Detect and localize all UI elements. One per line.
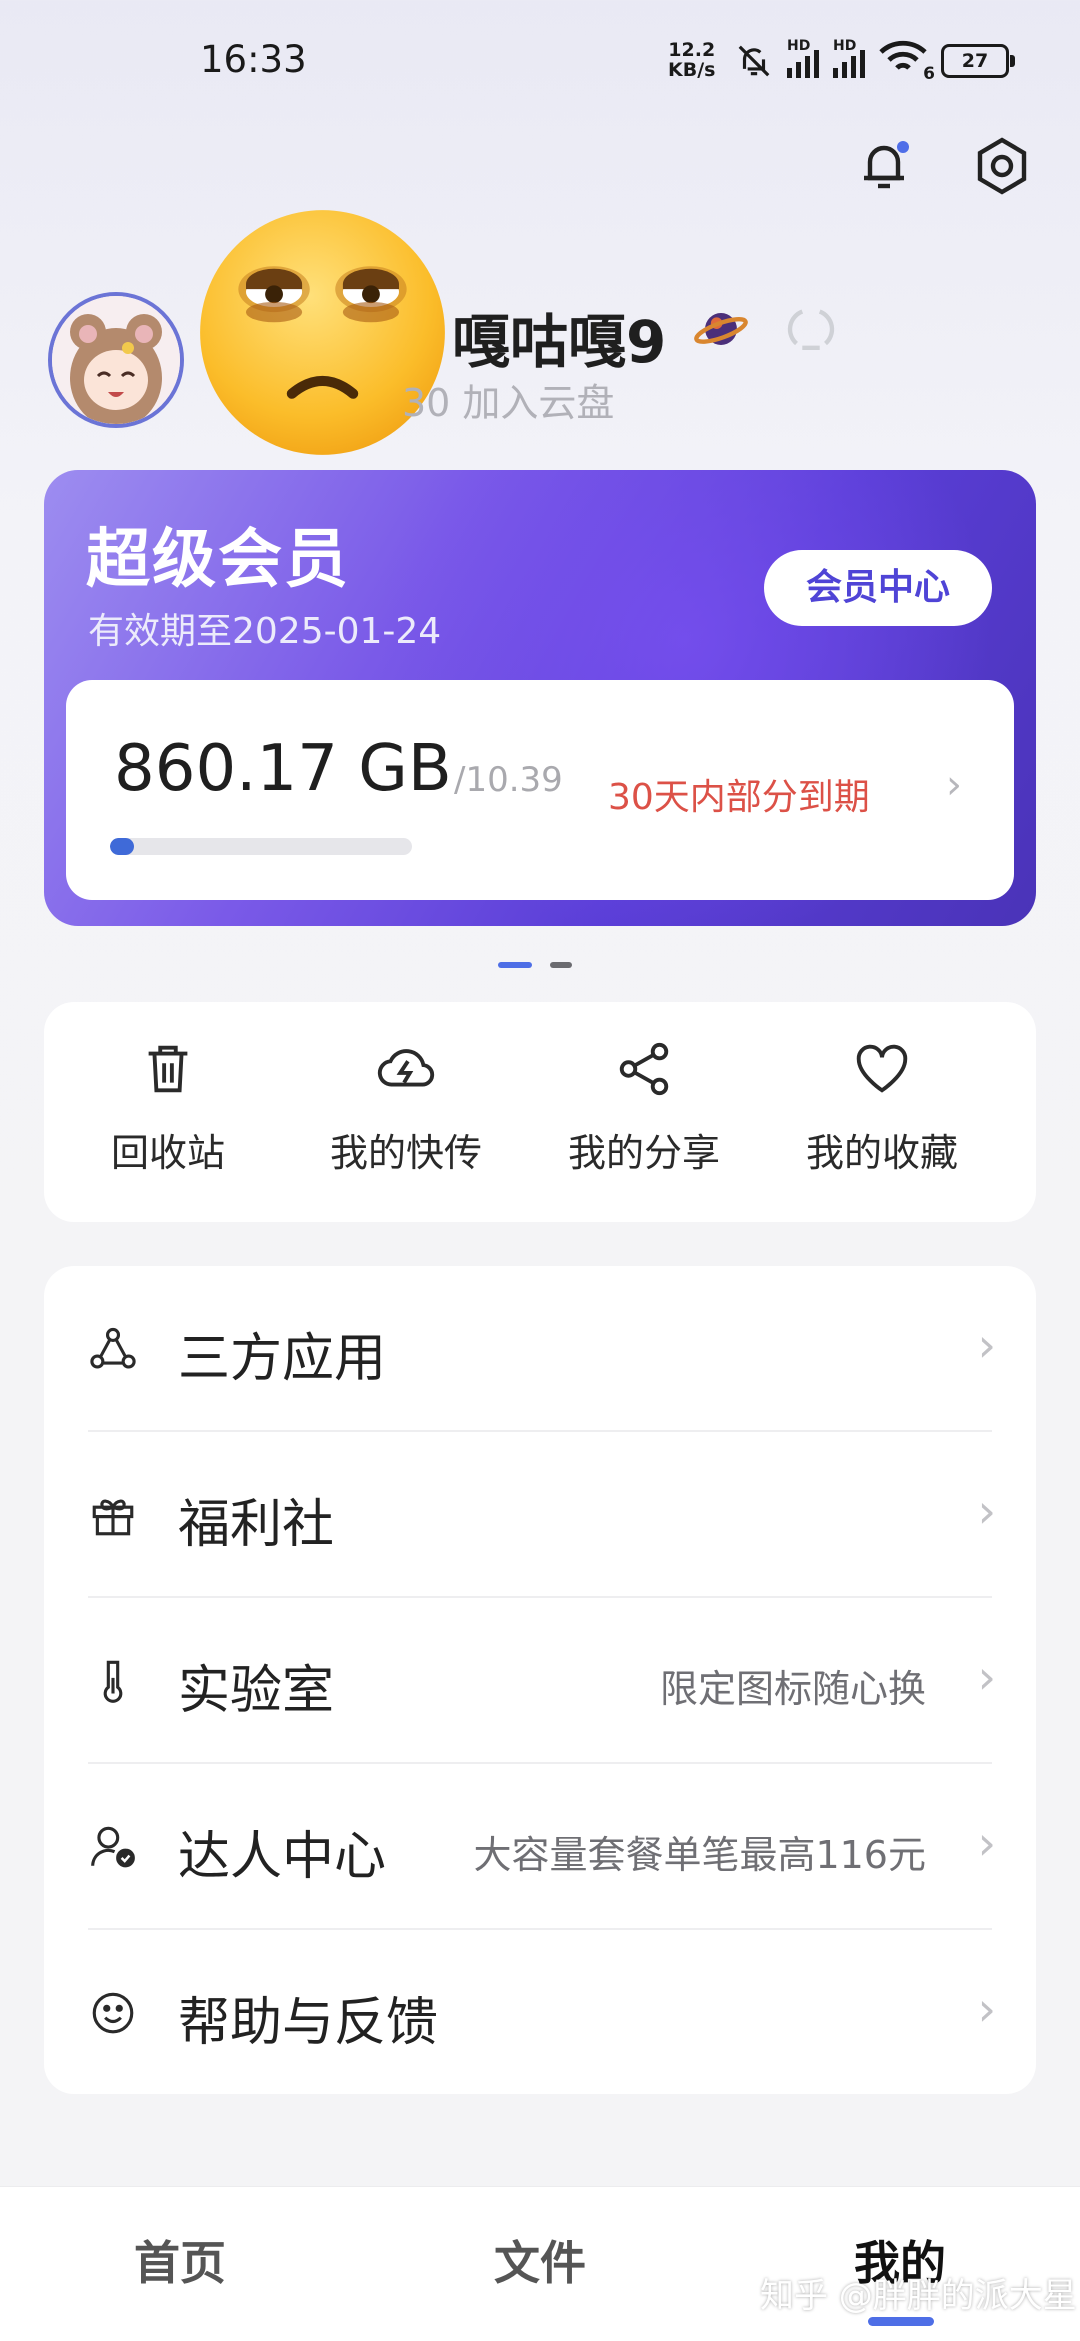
thermometer-icon bbox=[103, 1660, 123, 1703]
storage-total: /10.39 bbox=[454, 760, 563, 800]
network-speed-unit: KB/s bbox=[668, 59, 716, 81]
recycle-bin-label: 回收站 bbox=[110, 1131, 225, 1175]
wifi-label: 6 bbox=[923, 64, 935, 84]
menu-item-lab[interactable]: 实验室 限定图标随心换 › bbox=[44, 1598, 1036, 1764]
notification-button[interactable] bbox=[852, 134, 916, 202]
hd-label: HD bbox=[787, 38, 811, 54]
my-favorites-button[interactable]: 我的收藏 bbox=[758, 1038, 1006, 1177]
storage-progress-fill bbox=[110, 838, 135, 855]
menu-title: 实验室 bbox=[178, 1661, 335, 1721]
network-speed: 12.2 KB/s bbox=[668, 40, 715, 80]
vip-expire-date: 有效期至2025-01-24 bbox=[88, 611, 442, 652]
vip-title: 超级会员 bbox=[86, 523, 350, 597]
status-icons: HD HD 6 27 bbox=[735, 36, 1015, 86]
carousel-dot bbox=[550, 962, 572, 968]
bottom-nav: 首页 文件 我的 bbox=[0, 2186, 1080, 2341]
chevron-right-icon: › bbox=[977, 1484, 996, 1538]
avatar[interactable] bbox=[48, 292, 184, 428]
avatar-anime-icon bbox=[52, 296, 180, 424]
battery-icon: 27 bbox=[941, 44, 1015, 78]
menu-item-third-party-apps[interactable]: 三方应用 › bbox=[44, 1266, 1036, 1432]
hd-label-2: HD bbox=[833, 38, 857, 54]
storage-box[interactable]: 860.17 GB /10.39 30天内部分到期 › bbox=[66, 680, 1014, 900]
menu-item-expert-center[interactable]: 达人中心 大容量套餐单笔最高116元 › bbox=[44, 1764, 1036, 1930]
gift-icon bbox=[92, 1499, 134, 1536]
menu-title: 福利社 bbox=[178, 1495, 335, 1555]
chevron-right-icon: › bbox=[977, 1318, 996, 1372]
menu-subtitle: 大容量套餐单笔最高116元 bbox=[473, 1833, 926, 1877]
menu-title: 帮助与反馈 bbox=[178, 1993, 439, 2053]
status-time: 16:33 bbox=[200, 38, 307, 81]
tab-active-indicator bbox=[868, 2317, 934, 2326]
menu-item-welfare[interactable]: 福利社 › bbox=[44, 1432, 1036, 1598]
tab-files[interactable]: 文件 bbox=[494, 2227, 586, 2293]
signal-icon-2: HD bbox=[833, 38, 865, 78]
wifi-icon: 6 bbox=[879, 40, 935, 84]
carousel-indicator bbox=[498, 962, 572, 968]
user-badge-icon bbox=[91, 1826, 135, 1868]
network-speed-value: 12.2 bbox=[668, 39, 716, 61]
my-favorites-label: 我的收藏 bbox=[805, 1131, 958, 1175]
storage-used: 860.17 GB bbox=[114, 732, 452, 806]
menu-title: 达人中心 bbox=[178, 1827, 387, 1887]
trash-icon bbox=[148, 1045, 188, 1093]
tab-home[interactable]: 首页 bbox=[134, 2227, 226, 2293]
quick-actions: 回收站 我的快传 我的分享 我的收藏 bbox=[44, 1002, 1036, 1222]
storage-progress-bar bbox=[110, 838, 412, 855]
member-center-button[interactable]: 会员中心 bbox=[764, 550, 992, 626]
menu-list: 三方应用 › 福利社 › 实验室 限定图标随心换 › 达人中心 大容量套餐单笔最… bbox=[44, 1266, 1036, 2094]
quick-transfer-button[interactable]: 我的快传 bbox=[282, 1038, 530, 1177]
my-share-label: 我的分享 bbox=[567, 1131, 720, 1175]
cloud-lightning-icon bbox=[377, 1049, 435, 1087]
menu-item-help-feedback[interactable]: 帮助与反馈 › bbox=[44, 1930, 1036, 2096]
chevron-right-icon: › bbox=[977, 1982, 996, 2036]
battery-level: 27 bbox=[961, 50, 989, 72]
smile-icon bbox=[92, 1992, 134, 2034]
bell-icon bbox=[864, 141, 909, 189]
expire-note: 30天内部分到期 bbox=[608, 777, 870, 818]
planet-badge-icon[interactable] bbox=[692, 300, 750, 362]
chevron-right-icon: › bbox=[977, 1650, 996, 1704]
bell-muted-icon bbox=[738, 45, 770, 77]
watermark: 知乎 @胖胖的派大星 bbox=[760, 2276, 1077, 2316]
chevron-right-icon: › bbox=[946, 762, 962, 808]
gear-icon bbox=[977, 137, 1027, 195]
signal-icon-1: HD bbox=[787, 38, 819, 78]
settings-button[interactable] bbox=[970, 134, 1034, 202]
username: 嘎咕嘎9 bbox=[452, 308, 667, 376]
heart-icon bbox=[856, 1044, 908, 1093]
share-icon bbox=[619, 1042, 669, 1096]
vip-card[interactable]: 超级会员 有效期至2025-01-24 会员中心 860.17 GB /10.3… bbox=[44, 470, 1036, 926]
my-share-button[interactable]: 我的分享 bbox=[520, 1038, 768, 1177]
chevron-right-icon: › bbox=[977, 1816, 996, 1870]
menu-subtitle: 限定图标随心换 bbox=[659, 1667, 926, 1711]
join-text: 30 加入云盘 bbox=[402, 381, 615, 425]
recycle-bin-button[interactable]: 回收站 bbox=[44, 1038, 292, 1177]
carousel-dot-active bbox=[498, 962, 532, 968]
apps-triangle-icon bbox=[90, 1327, 136, 1369]
menu-title: 三方应用 bbox=[178, 1329, 387, 1389]
quick-transfer-label: 我的快传 bbox=[329, 1131, 482, 1175]
level-badge-icon[interactable] bbox=[782, 300, 840, 362]
